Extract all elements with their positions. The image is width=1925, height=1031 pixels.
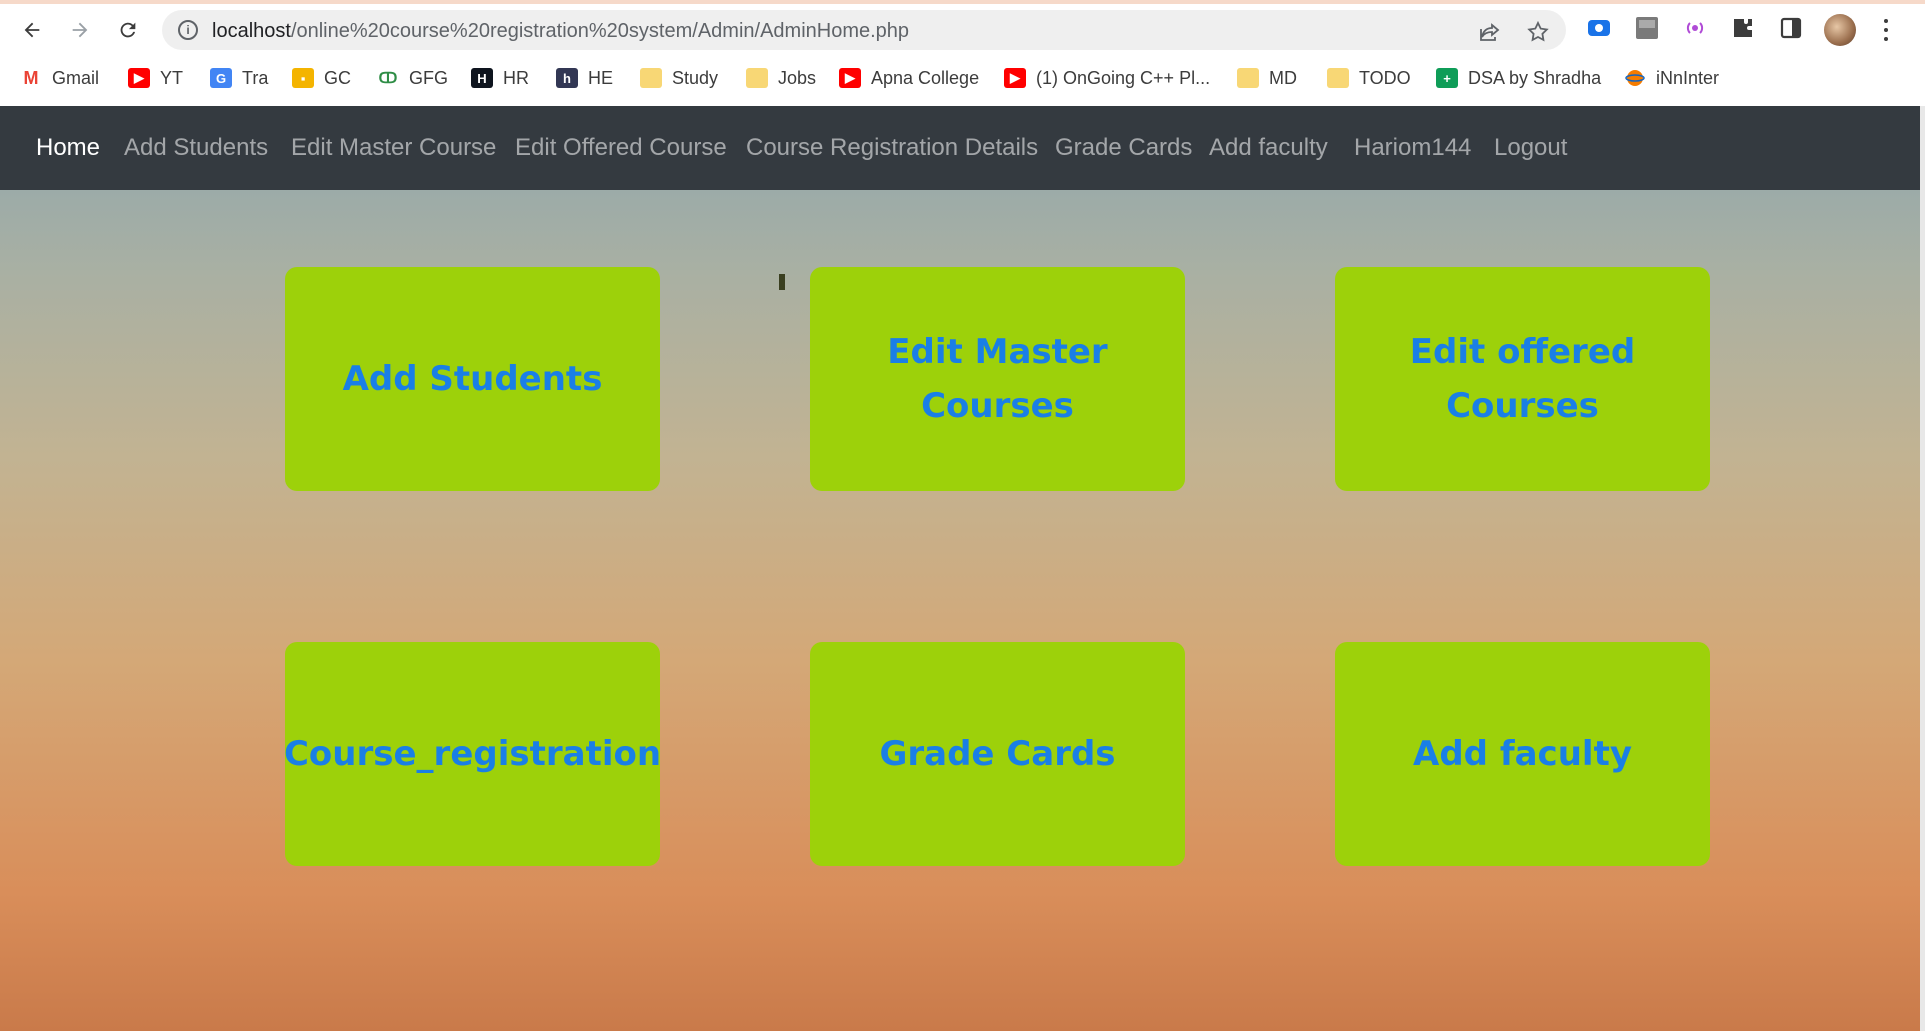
window-edge	[1920, 106, 1925, 1031]
bookmark-label: YT	[160, 67, 184, 88]
forward-button[interactable]	[62, 12, 98, 48]
url-text[interactable]: localhost/online%20course%20registration…	[212, 20, 909, 43]
bookmark-label: MD	[1269, 67, 1297, 88]
bookmark-label: iNnInter	[1656, 67, 1720, 88]
bookmark-item[interactable]: H HR	[471, 62, 529, 94]
bookmark-star-icon[interactable]	[1526, 20, 1550, 44]
side-panel-icon[interactable]	[1777, 14, 1805, 42]
card-label: Edit Master Courses	[887, 332, 1108, 426]
bookmark-label: TODO	[1359, 67, 1411, 88]
translate-icon: G	[210, 68, 232, 88]
card-edit-master-courses[interactable]: Edit Master Courses	[810, 267, 1185, 491]
mouse-cursor-icon	[779, 274, 785, 290]
profile-avatar[interactable]	[1824, 14, 1856, 46]
bookmark-item[interactable]: M Gmail	[20, 62, 100, 94]
bookmark-item[interactable]: ↀ GFG	[377, 62, 448, 94]
card-course-registration[interactable]: Course_registration	[284, 642, 661, 866]
nav-home[interactable]: Home	[36, 106, 100, 190]
screen-capture-extension-icon[interactable]	[1585, 14, 1613, 42]
bookmark-item[interactable]: h HE	[556, 62, 613, 94]
bookmark-label: DSA by Shradha	[1468, 67, 1602, 88]
bookmark-label: (1) OnGoing C++ Pl...	[1036, 67, 1211, 88]
bookmark-label: HR	[503, 67, 529, 88]
top-navbar: Home Add Students Edit Master Course Edi…	[0, 106, 1920, 190]
nav-course-registration-details[interactable]: Course Registration Details	[746, 106, 1038, 190]
bookmark-label: Apna College	[871, 67, 980, 88]
folder-icon	[1237, 68, 1259, 88]
hackerearth-icon: h	[556, 68, 578, 88]
extension-thumbnail-icon[interactable]	[1633, 14, 1661, 42]
nav-edit-master-course[interactable]: Edit Master Course	[291, 106, 496, 190]
nav-logout[interactable]: Logout	[1494, 106, 1567, 190]
bookmarks-bar: M Gmail ▶ YT G Tra ▪ GC ↀ GFG H HR h HE	[0, 62, 1925, 94]
bookmark-item[interactable]: TODO	[1327, 62, 1411, 94]
bookmark-label: GFG	[409, 67, 448, 88]
card-label: Add Students	[342, 359, 603, 399]
bookmark-item[interactable]: ▶ YT	[128, 62, 183, 94]
bookmark-label: HE	[588, 67, 614, 88]
youtube-icon: ▶	[839, 68, 861, 88]
bookmark-item[interactable]: Jobs	[746, 62, 816, 94]
extensions-puzzle-icon[interactable]	[1729, 14, 1757, 42]
gmail-icon: M	[23, 67, 39, 88]
card-add-faculty[interactable]: Add faculty	[1335, 642, 1710, 866]
card-label: Grade Cards	[879, 734, 1116, 774]
bookmark-item[interactable]: MD	[1237, 62, 1297, 94]
hackerrank-icon: H	[471, 68, 493, 88]
card-add-students[interactable]: Add Students	[285, 267, 660, 491]
bookmark-label: Tra	[242, 67, 269, 88]
gfg-icon: ↀ	[378, 70, 398, 87]
arrow-left-icon	[24, 22, 40, 38]
card-edit-offered-courses[interactable]: Edit offered Courses	[1335, 267, 1710, 491]
site-info-icon[interactable]: i	[178, 20, 198, 40]
folder-icon	[640, 68, 662, 88]
youtube-icon: ▶	[128, 68, 150, 88]
nav-grade-cards[interactable]: Grade Cards	[1055, 106, 1192, 190]
card-grade-cards[interactable]: Grade Cards	[810, 642, 1185, 866]
bookmark-item[interactable]: ▶ (1) OnGoing C++ Pl...	[1004, 62, 1210, 94]
arrow-right-icon	[72, 22, 88, 38]
bookmark-item[interactable]: + DSA by Shradha	[1436, 62, 1601, 94]
bookmark-item[interactable]: ▶ Apna College	[839, 62, 979, 94]
bookmark-label: Study	[672, 67, 719, 88]
reload-icon	[120, 22, 136, 38]
address-bar[interactable]: i localhost/online%20course%20registrati…	[162, 10, 1566, 50]
bookmark-item[interactable]: G Tra	[210, 62, 268, 94]
classroom-icon: ▪	[292, 68, 314, 88]
bookmark-item[interactable]: ▪ GC	[292, 62, 351, 94]
nav-add-students[interactable]: Add Students	[124, 106, 268, 190]
bookmark-item[interactable]: Study	[640, 62, 718, 94]
browser-chrome: i localhost/online%20course%20registrati…	[0, 0, 1925, 106]
tab-strip-edge	[0, 0, 1925, 4]
reload-button[interactable]	[110, 12, 146, 48]
folder-icon	[746, 68, 768, 88]
bookmark-label: GC	[324, 67, 351, 88]
bookmark-item[interactable]: iNnInter	[1624, 62, 1719, 94]
nav-add-faculty[interactable]: Add faculty	[1209, 106, 1328, 190]
browser-menu-icon[interactable]	[1876, 16, 1896, 44]
bookmark-label: Gmail	[52, 67, 100, 88]
card-label: Course_registration	[283, 734, 662, 774]
url-path: /online%20course%20registration%20system…	[290, 20, 910, 42]
nav-edit-offered-course[interactable]: Edit Offered Course	[515, 106, 727, 190]
sheets-icon: +	[1436, 68, 1458, 88]
url-host: localhost	[212, 20, 291, 42]
broadcast-extension-icon[interactable]	[1681, 14, 1709, 42]
innointer-icon	[1624, 68, 1646, 88]
share-icon[interactable]	[1478, 20, 1502, 44]
card-label: Add faculty	[1413, 734, 1632, 774]
bookmark-label: Jobs	[778, 67, 817, 88]
nav-user-profile[interactable]: Hariom144	[1354, 106, 1471, 190]
youtube-icon: ▶	[1004, 68, 1026, 88]
admin-home-page: Home Add Students Edit Master Course Edi…	[0, 106, 1920, 1031]
folder-icon	[1327, 68, 1349, 88]
back-button[interactable]	[14, 12, 50, 48]
card-label: Edit offered Courses	[1409, 332, 1636, 426]
